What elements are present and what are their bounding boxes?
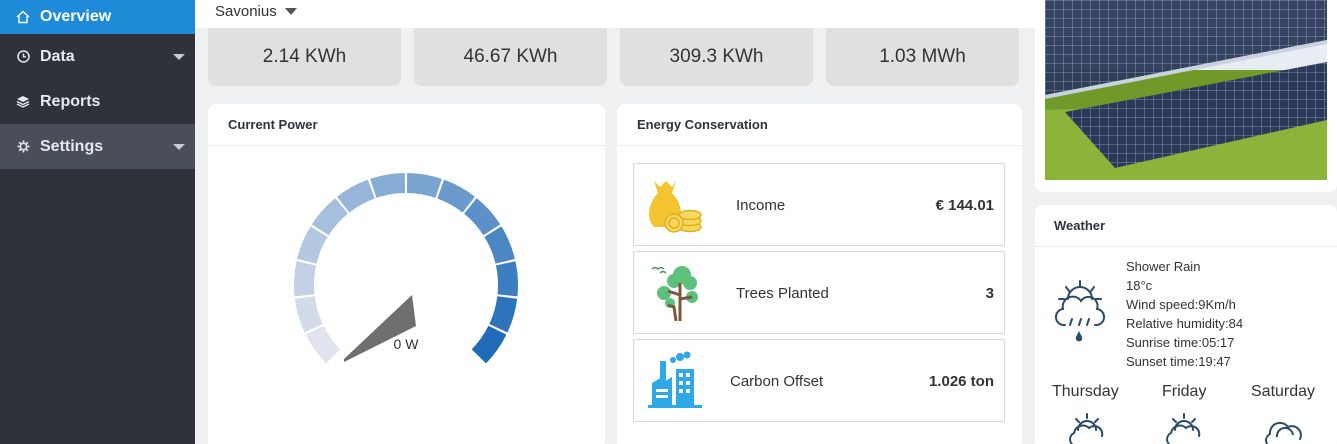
gear-icon bbox=[16, 140, 30, 154]
gauge-segment bbox=[464, 198, 501, 236]
card-title: Energy Conservation bbox=[617, 104, 1022, 146]
card-title: Current Power bbox=[208, 104, 605, 146]
cloud-sun-icon bbox=[1164, 412, 1204, 444]
forecast-day: Thursday bbox=[1052, 383, 1119, 400]
weather-condition: Shower Rain bbox=[1126, 259, 1201, 274]
weather-humidity: Relative humidity:84 bbox=[1126, 316, 1244, 331]
sidebar-item-data[interactable]: Data bbox=[0, 34, 195, 79]
gauge-segment bbox=[471, 325, 507, 364]
income-value: € 144.01 bbox=[935, 197, 994, 214]
money-bag-icon bbox=[646, 175, 706, 235]
home-icon bbox=[16, 10, 30, 24]
stat-value: 2.14 KWh bbox=[262, 46, 347, 67]
stat-tile: 46.67 KWh bbox=[414, 28, 607, 86]
clock-icon bbox=[16, 50, 30, 64]
stat-tile: 2.14 KWh bbox=[208, 28, 401, 86]
sidebar-item-overview[interactable]: Overview bbox=[0, 0, 195, 34]
stat-value: 46.67 KWh bbox=[463, 46, 558, 67]
weather-sunrise: Sunrise time:05:17 bbox=[1126, 335, 1235, 350]
trees-label: Trees Planted bbox=[736, 285, 829, 302]
cloud-icon bbox=[1263, 417, 1303, 444]
carbon-label: Carbon Offset bbox=[730, 373, 824, 390]
list-item: Trees Planted 3 bbox=[633, 251, 1005, 334]
gauge-value: 0 W bbox=[394, 336, 420, 352]
weather-wind: Wind speed:9Km/h bbox=[1126, 297, 1236, 312]
solar-image-card bbox=[1035, 0, 1337, 192]
solar-panels-image bbox=[1045, 0, 1327, 180]
chevron-down-icon bbox=[284, 8, 297, 15]
sidebar: Overview Data Reports Settings bbox=[0, 0, 195, 444]
trees-value: 3 bbox=[985, 285, 994, 302]
gauge-segment bbox=[406, 173, 442, 198]
income-label: Income bbox=[736, 197, 786, 214]
gauge-segment bbox=[297, 226, 328, 264]
site-selector[interactable]: Savonius bbox=[215, 3, 297, 20]
forecast-day: Friday bbox=[1162, 383, 1207, 400]
tree-icon bbox=[646, 263, 706, 323]
sidebar-item-label: Reports bbox=[40, 92, 101, 110]
sidebar-item-label: Overview bbox=[40, 8, 112, 25]
current-power-card: Current Power 0 W bbox=[208, 104, 605, 444]
gauge-segment bbox=[484, 226, 515, 264]
chevron-down-icon bbox=[173, 53, 185, 60]
gauge-segment bbox=[311, 198, 348, 236]
sidebar-item-label: Settings bbox=[40, 137, 104, 155]
gauge-segment bbox=[495, 261, 518, 297]
gauge-segment bbox=[489, 296, 518, 333]
stat-value: 1.03 MWh bbox=[879, 46, 966, 67]
cloud-sun-icon bbox=[1067, 412, 1107, 444]
card-title: Weather bbox=[1035, 205, 1337, 247]
power-gauge: 0 W bbox=[208, 147, 605, 444]
gauge-segment bbox=[294, 296, 323, 333]
sidebar-item-settings[interactable]: Settings bbox=[0, 124, 195, 169]
weather-card: Weather Shower Rain 18°c Wind speed:9Km/… bbox=[1035, 205, 1337, 444]
gauge-segment bbox=[370, 173, 406, 198]
list-item: Income € 144.01 bbox=[633, 163, 1005, 246]
forecast-day: Saturday bbox=[1251, 383, 1316, 400]
sidebar-item-label: Data bbox=[40, 47, 75, 65]
chevron-down-icon bbox=[173, 143, 185, 150]
list-item: Carbon Offset 1.026 ton bbox=[633, 339, 1005, 422]
carbon-value: 1.026 ton bbox=[928, 373, 994, 390]
cloud-rain-sun-icon bbox=[1054, 279, 1106, 350]
weather-sunset: Sunset time:19:47 bbox=[1126, 354, 1231, 369]
gauge-segment bbox=[305, 325, 341, 364]
site-name: Savonius bbox=[215, 3, 277, 20]
stat-value: 309.3 KWh bbox=[669, 46, 764, 67]
layers-icon bbox=[16, 95, 30, 109]
stat-tile: 309.3 KWh bbox=[620, 28, 813, 86]
energy-conservation-card: Energy Conservation Income € 144.01 Tree… bbox=[617, 104, 1022, 444]
gauge-segment bbox=[294, 261, 317, 297]
sidebar-item-reports[interactable]: Reports bbox=[0, 79, 195, 124]
weather-temperature: 18°c bbox=[1126, 278, 1153, 293]
factory-icon bbox=[646, 351, 706, 411]
stat-tile: 1.03 MWh bbox=[826, 28, 1019, 86]
weather-details: Shower Rain 18°c Wind speed:9Km/h Relati… bbox=[1126, 257, 1243, 371]
